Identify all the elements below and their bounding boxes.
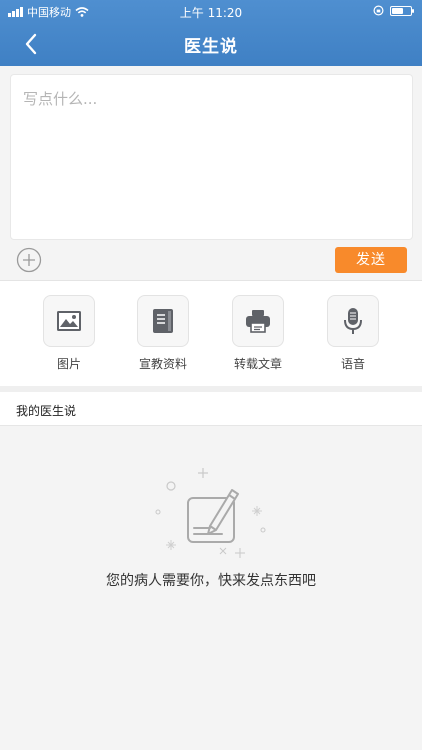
my-posts-header: 我的医生说 [0,392,422,426]
send-button[interactable]: 发送 [335,247,407,273]
empty-state: 您的病人需要你，快来发点东西吧 [0,426,422,750]
microphone-icon-box [327,295,379,347]
book-icon-box [137,295,189,347]
attach-label: 宣教资料 [138,357,187,371]
post-text-input[interactable] [11,75,412,239]
orientation-lock-icon [373,5,384,16]
attach-label: 语音 [340,357,365,371]
attach-education-button[interactable]: 宣教资料 [123,295,203,372]
edit-note-illustration [155,468,266,558]
composer-card [10,74,413,240]
app-header: 中国移动 上午 11:20 医生说 [0,0,422,66]
add-attachment-button[interactable] [16,247,42,273]
section-title: 我的医生说 [16,404,77,418]
page-title: 医生说 [184,37,238,57]
attach-image-button[interactable]: 图片 [29,295,109,372]
nav-bar: 医生说 [0,22,422,66]
image-icon [57,311,81,331]
empty-message: 您的病人需要你，快来发点东西吧 [106,573,316,589]
battery-icon [390,5,414,16]
attachment-panel: 图片 宣教资料 转载文章 语音 [0,280,422,386]
attach-repost-button[interactable]: 转载文章 [218,295,298,372]
status-bar: 中国移动 上午 11:20 [0,0,422,22]
status-time: 上午 11:20 [179,6,243,20]
book-icon [153,309,173,333]
printer-icon [246,310,270,333]
attach-voice-button[interactable]: 语音 [313,295,393,372]
microphone-icon [344,308,362,334]
plus-circle-icon [16,247,42,273]
attach-label: 图片 [56,357,81,371]
image-icon-box [43,295,95,347]
printer-icon-box [232,295,284,347]
status-right [373,5,414,16]
attach-label: 转载文章 [233,357,282,371]
